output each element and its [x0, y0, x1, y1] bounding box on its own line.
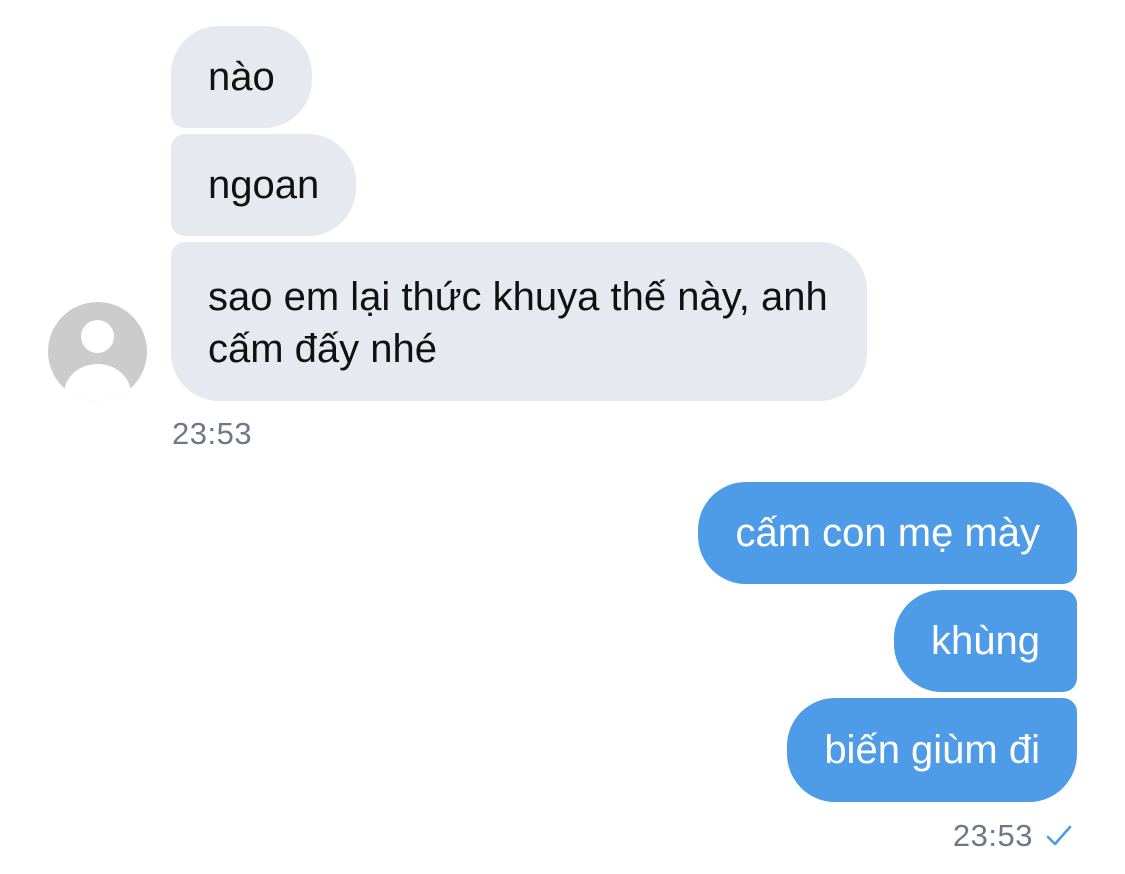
incoming-message-bubble[interactable]: nào: [171, 26, 312, 128]
avatar-head-shape: [81, 320, 114, 353]
outgoing-message-bubble[interactable]: biến giùm đi: [787, 698, 1077, 802]
avatar-shoulders-shape: [64, 364, 131, 401]
incoming-timestamp: 23:53: [172, 416, 253, 451]
sender-avatar[interactable]: [48, 302, 147, 401]
message-text: biến giùm đi: [824, 728, 1040, 772]
message-text: ngoan: [208, 163, 320, 207]
outgoing-message-bubble[interactable]: khùng: [894, 590, 1077, 692]
outgoing-timestamp: 23:53: [952, 818, 1033, 853]
message-text: khùng: [931, 619, 1040, 663]
incoming-message-bubble[interactable]: sao em lại thức khuya thế này, anh cấm đ…: [171, 242, 867, 401]
message-text: nào: [208, 55, 275, 99]
message-text: cấm con mẹ mày: [735, 511, 1040, 555]
outgoing-meta: 23:53: [953, 818, 1073, 854]
message-text: sao em lại thức khuya thế này, anh cấm đ…: [208, 274, 828, 371]
read-check-icon: [1046, 825, 1072, 846]
incoming-message-bubble[interactable]: ngoan: [171, 134, 357, 236]
outgoing-message-bubble[interactable]: cấm con mẹ mày: [698, 482, 1077, 584]
